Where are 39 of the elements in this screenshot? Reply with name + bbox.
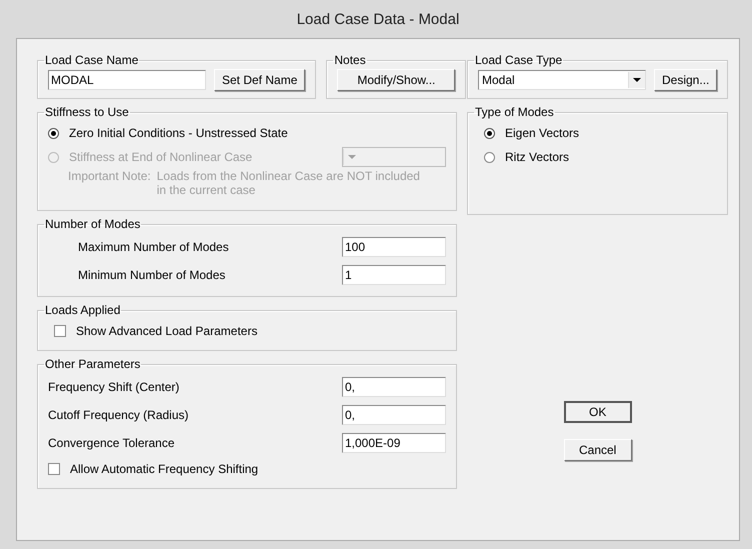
radio-button[interactable] — [484, 128, 495, 138]
field-label: Cutoff Frequency (Radius) — [48, 408, 189, 422]
group-title: Type of Modes — [475, 105, 554, 119]
checkbox-option[interactable]: Allow Automatic Frequency Shifting — [48, 457, 258, 481]
radio-label: Zero Initial Conditions - Unstressed State — [69, 126, 288, 140]
group-title: Load Case Type — [475, 53, 562, 67]
field-label: Convergence Tolerance — [48, 436, 175, 450]
input-field[interactable]: 1 — [342, 265, 446, 285]
group-title: Other Parameters — [45, 357, 140, 371]
modify-show-button[interactable]: Modify/Show... — [337, 69, 456, 91]
group-title: Stiffness to Use — [45, 105, 129, 119]
design-button[interactable]: Design... — [654, 69, 718, 91]
dropdown-arrow-icon — [348, 154, 356, 160]
input-field[interactable]: 1,000E-09 — [342, 433, 446, 453]
radio-label: Ritz Vectors — [505, 150, 570, 164]
group-title: Load Case Name — [45, 53, 138, 67]
field-label: Maximum Number of Modes — [78, 240, 229, 254]
set-def-name-button[interactable]: Set Def Name — [214, 69, 306, 91]
field-label: Frequency Shift (Center) — [48, 380, 180, 394]
radio-button[interactable] — [48, 128, 59, 138]
dialog-button[interactable]: Cancel — [564, 439, 632, 461]
input-field[interactable]: 0, — [342, 405, 446, 425]
input-field[interactable]: 0, — [342, 377, 446, 397]
group-title: Number of Modes — [45, 217, 140, 231]
type-dropdown[interactable]: Modal — [478, 70, 646, 90]
group-title: Loads Applied — [45, 303, 120, 317]
note-text: Loads from the Nonlinear Case are NOT included in the current case — [156, 169, 421, 197]
radio-label: Stiffness at End of Nonlinear Case — [69, 150, 252, 164]
input-field[interactable]: 100 — [342, 237, 446, 257]
radio-label: Eigen Vectors — [505, 126, 580, 140]
field-label: Minimum Number of Modes — [78, 268, 226, 282]
dropdown-arrow-icon — [633, 78, 641, 82]
window-title: Load Case Data - Modal — [296, 10, 460, 28]
checkbox-option[interactable]: Show Advanced Load Parameters — [48, 319, 258, 343]
dialog-button[interactable]: OK — [564, 401, 632, 423]
radio-button[interactable] — [484, 152, 495, 162]
group-title: Notes — [334, 53, 366, 67]
note-label: Important Note: — [68, 169, 151, 185]
name-field[interactable]: MODAL — [48, 70, 206, 90]
